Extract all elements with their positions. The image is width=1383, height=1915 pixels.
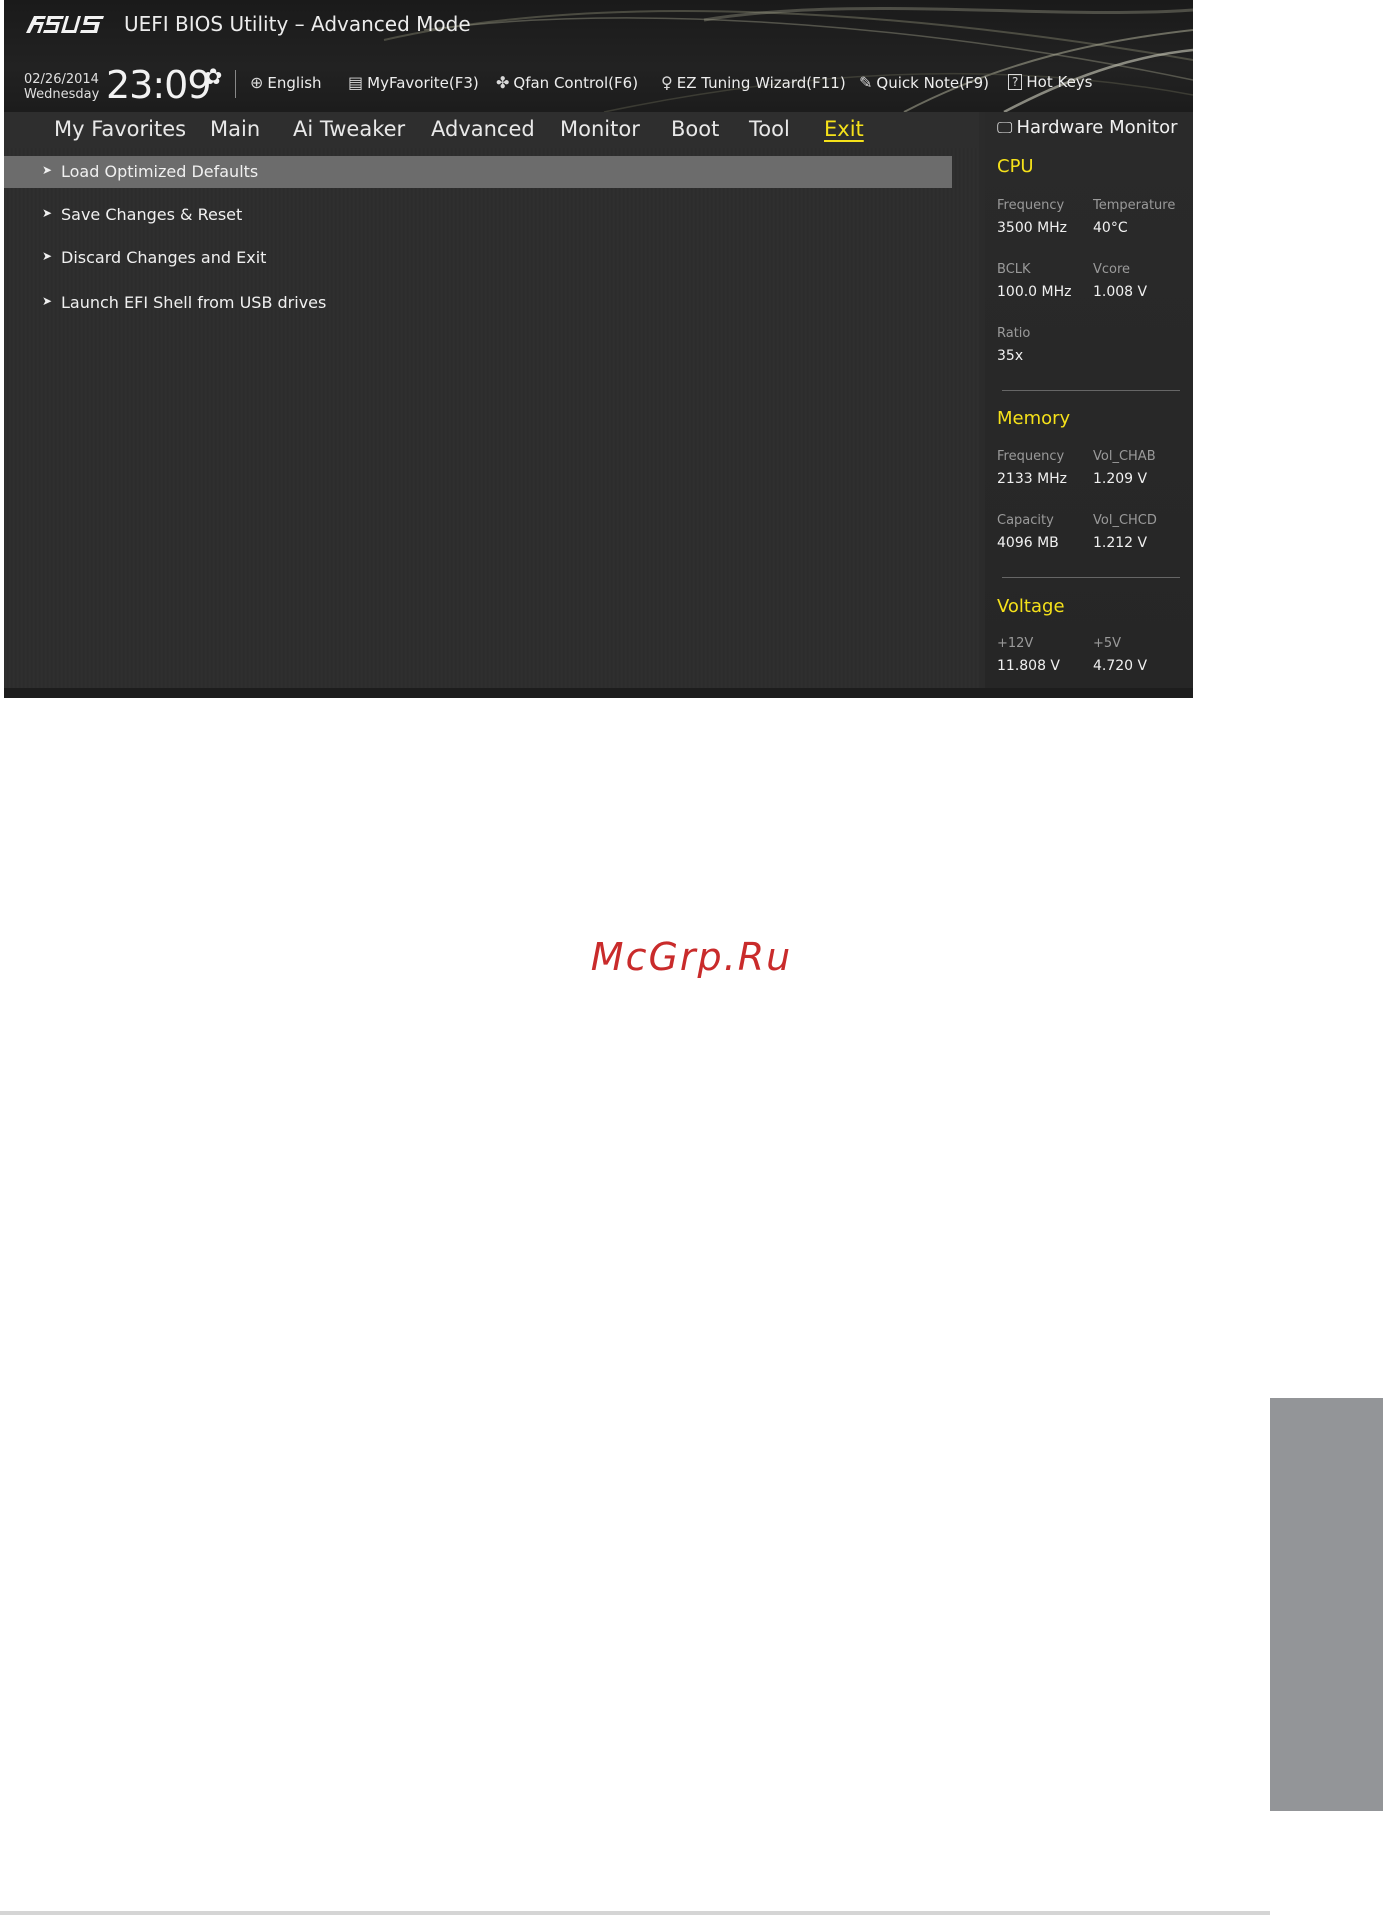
arrow-right-icon: ➤	[42, 163, 53, 177]
ez-tuning-wizard-button[interactable]: ♀ EZ Tuning Wizard(F11)	[661, 73, 846, 92]
language-button[interactable]: ⊕ English	[250, 73, 322, 92]
footer-rule	[0, 1911, 1270, 1915]
hardware-monitor-title: 🖵 Hardware Monitor	[997, 117, 1178, 138]
qfan-control-label: Qfan Control(F6)	[513, 73, 639, 92]
monitor-icon: 🖵	[997, 117, 1013, 137]
tab-exit[interactable]: Exit	[824, 117, 864, 141]
tab-tool[interactable]: Tool	[749, 117, 790, 141]
memory-frequency-label: Frequency	[997, 449, 1065, 464]
bios-window: UEFI BIOS Utility – Advanced Mode 02/26/…	[4, 0, 1193, 698]
app-title: UEFI BIOS Utility – Advanced Mode	[124, 12, 471, 36]
ez-tuning-wizard-label: EZ Tuning Wizard(F11)	[676, 73, 846, 92]
memory-vol-chcd-value: 1.212 V	[1093, 535, 1148, 551]
cpu-ratio-label: Ratio	[997, 326, 1031, 341]
voltage-heading: Voltage	[997, 596, 1065, 617]
menu-item-launch-efi-shell[interactable]: ➤ Launch EFI Shell from USB drives	[4, 287, 952, 319]
cpu-bclk-label: BCLK	[997, 262, 1031, 277]
menu-item-save-changes-reset[interactable]: ➤ Save Changes & Reset	[4, 199, 952, 231]
hardware-monitor-label: Hardware Monitor	[1016, 117, 1178, 138]
cpu-frequency-label: Frequency	[997, 198, 1065, 213]
cpu-vcore-label: Vcore	[1093, 262, 1131, 277]
hardware-monitor-panel: 🖵 Hardware Monitor CPU Frequency Tempera…	[985, 112, 1193, 698]
quick-note-label: Quick Note(F9)	[876, 73, 989, 92]
tab-monitor[interactable]: Monitor	[560, 117, 640, 141]
tab-advanced[interactable]: Advanced	[431, 117, 535, 141]
hot-keys-button[interactable]: ? Hot Keys	[1008, 73, 1093, 91]
chapter-side-tab	[1270, 1398, 1383, 1811]
question-icon: ?	[1008, 74, 1023, 90]
menu-item-label: Load Optimized Defaults	[61, 162, 259, 181]
quick-note-button[interactable]: ✎ Quick Note(F9)	[859, 73, 989, 92]
menu-item-load-optimized-defaults[interactable]: ➤ Load Optimized Defaults	[4, 156, 952, 188]
section-divider	[1002, 577, 1180, 578]
arrow-right-icon: ➤	[42, 206, 53, 220]
tab-main[interactable]: Main	[210, 117, 260, 141]
note-icon: ✎	[859, 73, 873, 92]
memory-vol-chab-label: Vol_CHAB	[1093, 449, 1156, 464]
memory-vol-chcd-label: Vol_CHCD	[1093, 513, 1157, 528]
section-divider	[1002, 390, 1180, 391]
cpu-bclk-value: 100.0 MHz	[997, 284, 1072, 300]
globe-icon: ⊕	[250, 73, 264, 92]
myfavorite-button[interactable]: ▤ MyFavorite(F3)	[348, 73, 479, 92]
bottom-strip	[4, 688, 1193, 698]
memory-capacity-value: 4096 MB	[997, 535, 1059, 551]
voltage-12v-label: +12V	[997, 636, 1034, 651]
memory-vol-chab-value: 1.209 V	[1093, 471, 1148, 487]
tab-ai-tweaker[interactable]: Ai Tweaker	[293, 117, 405, 141]
menu-item-label: Launch EFI Shell from USB drives	[61, 293, 327, 312]
date-display: 02/26/2014 Wednesday	[24, 72, 99, 102]
watermark-text: McGrp.Ru	[590, 935, 793, 979]
cpu-ratio-value: 35x	[997, 348, 1024, 364]
cpu-vcore-value: 1.008 V	[1093, 284, 1148, 300]
memory-capacity-label: Capacity	[997, 513, 1054, 528]
cpu-temperature-label: Temperature	[1093, 198, 1176, 213]
tab-my-favorites[interactable]: My Favorites	[54, 117, 186, 141]
fan-icon: ✤	[496, 73, 510, 92]
memory-heading: Memory	[997, 408, 1071, 429]
favorite-list-icon: ▤	[348, 73, 364, 92]
gear-icon[interactable]: ✿	[204, 65, 222, 90]
voltage-12v-value: 11.808 V	[997, 658, 1061, 674]
divider	[235, 70, 236, 98]
hot-keys-label: Hot Keys	[1026, 73, 1093, 91]
date-text: 02/26/2014	[24, 72, 99, 87]
voltage-5v-label: +5V	[1093, 636, 1122, 651]
cpu-frequency-value: 3500 MHz	[997, 220, 1068, 236]
memory-frequency-value: 2133 MHz	[997, 471, 1068, 487]
lightbulb-icon: ♀	[661, 73, 673, 92]
myfavorite-label: MyFavorite(F3)	[367, 73, 479, 92]
menu-item-label: Discard Changes and Exit	[61, 248, 267, 267]
menu-item-discard-changes-exit[interactable]: ➤ Discard Changes and Exit	[4, 242, 952, 274]
main-tab-bar: My Favorites Main Ai Tweaker Advanced Mo…	[4, 112, 979, 148]
arrow-right-icon: ➤	[42, 249, 53, 263]
clock[interactable]: 23:09	[106, 63, 212, 107]
cpu-heading: CPU	[997, 156, 1034, 177]
top-bar: UEFI BIOS Utility – Advanced Mode 02/26/…	[4, 0, 1193, 112]
voltage-5v-value: 4.720 V	[1093, 658, 1148, 674]
weekday-text: Wednesday	[24, 87, 100, 102]
qfan-control-button[interactable]: ✤ Qfan Control(F6)	[496, 73, 638, 92]
arrow-right-icon: ➤	[42, 294, 53, 308]
menu-item-label: Save Changes & Reset	[61, 205, 243, 224]
asus-logo	[26, 16, 104, 33]
tab-boot[interactable]: Boot	[671, 117, 719, 141]
exit-menu-panel: ➤ Load Optimized Defaults ➤ Save Changes…	[4, 148, 979, 688]
cpu-temperature-value: 40°C	[1093, 220, 1128, 236]
language-label: English	[267, 73, 322, 92]
